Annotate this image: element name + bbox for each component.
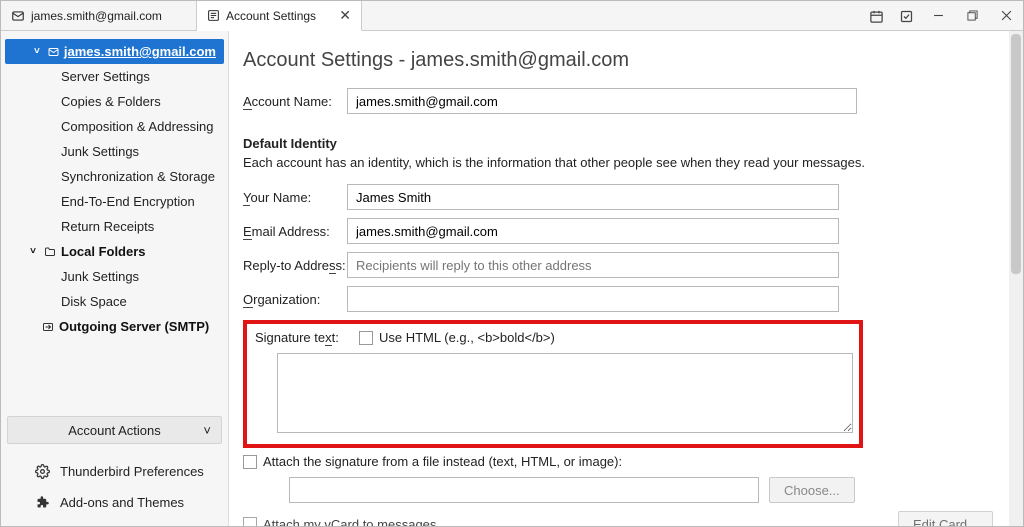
smtp-icon [41, 321, 55, 333]
identity-section-desc: Each account has an identity, which is t… [243, 155, 999, 170]
account-actions-label: Account Actions [68, 423, 161, 438]
account-name-input[interactable] [347, 88, 857, 114]
sidebar-link-prefs[interactable]: Thunderbird Preferences [5, 456, 224, 487]
calendar-icon[interactable] [861, 1, 891, 31]
email-label: Email Address: [243, 224, 347, 239]
mail-icon [11, 9, 25, 23]
attach-vcard-checkbox[interactable] [243, 517, 257, 526]
sidebar-link-addons[interactable]: Add-ons and Themes [5, 487, 224, 518]
puzzle-icon [35, 495, 50, 510]
sidebar-account-root[interactable]: ˅ james.smith@gmail.com [5, 39, 224, 64]
sidebar-item-e2e[interactable]: End-To-End Encryption [5, 189, 224, 214]
sidebar-item-copies-folders[interactable]: Copies & Folders [5, 89, 224, 114]
sidebar-smtp-label: Outgoing Server (SMTP) [59, 319, 209, 334]
scrollbar[interactable] [1009, 31, 1023, 526]
settings-panel-icon [207, 9, 220, 22]
sidebar-item-composition[interactable]: Composition & Addressing [5, 114, 224, 139]
replyto-label: Reply-to Address: [243, 258, 347, 273]
minimize-button[interactable] [921, 1, 955, 31]
signature-highlight-area: Signature text: Use HTML (e.g., <b>bold<… [243, 320, 863, 448]
sidebar-item-diskspace[interactable]: Disk Space [5, 289, 224, 314]
sidebar-smtp[interactable]: Outgoing Server (SMTP) [5, 314, 224, 339]
attach-signature-file-label: Attach the signature from a file instead… [263, 454, 622, 469]
tab-inbox-label: james.smith@gmail.com [31, 9, 162, 23]
email-input[interactable] [347, 218, 839, 244]
sidebar-account-label: james.smith@gmail.com [64, 44, 216, 59]
chevron-down-icon: ˅ [31, 46, 43, 57]
sidebar-item-junk[interactable]: Junk Settings [5, 139, 224, 164]
account-actions-button[interactable]: Account Actions ˅ [7, 416, 222, 444]
folder-icon [43, 246, 57, 258]
sidebar-item-local-junk[interactable]: Junk Settings [5, 264, 224, 289]
gear-icon [35, 464, 50, 479]
tab-account-settings[interactable]: Account Settings ✕ [197, 1, 362, 31]
page-title: Account Settings - james.smith@gmail.com [243, 49, 999, 72]
sidebar-local-folders-label: Local Folders [61, 244, 146, 259]
mail-icon [47, 46, 60, 58]
window-close-button[interactable] [989, 1, 1023, 31]
edit-card-button[interactable]: Edit Card... [898, 511, 993, 526]
your-name-input[interactable] [347, 184, 839, 210]
addons-link-label: Add-ons and Themes [60, 495, 184, 510]
replyto-input[interactable] [347, 252, 839, 278]
chevron-down-icon: ˅ [203, 423, 211, 438]
tab-settings-label: Account Settings [226, 9, 316, 23]
sidebar-local-folders[interactable]: ˅ Local Folders [5, 239, 224, 264]
sidebar-item-sync[interactable]: Synchronization & Storage [5, 164, 224, 189]
sidebar: ˅ james.smith@gmail.com Server Settings … [1, 31, 229, 526]
identity-section-title: Default Identity [243, 136, 999, 151]
choose-file-button[interactable]: Choose... [769, 477, 855, 503]
signature-textarea[interactable] [277, 353, 853, 433]
chevron-down-icon: ˅ [27, 246, 39, 257]
scrollbar-thumb[interactable] [1011, 34, 1021, 274]
signature-file-path-input[interactable] [289, 477, 759, 503]
use-html-checkbox[interactable] [359, 331, 373, 345]
titlebar: james.smith@gmail.com Account Settings ✕ [1, 1, 1023, 31]
tab-inbox[interactable]: james.smith@gmail.com [1, 1, 197, 30]
attach-signature-file-checkbox[interactable] [243, 455, 257, 469]
account-name-label: Account Name: [243, 94, 347, 109]
maximize-button[interactable] [955, 1, 989, 31]
tasks-icon[interactable] [891, 1, 921, 31]
organization-input[interactable] [347, 286, 839, 312]
sidebar-item-receipts[interactable]: Return Receipts [5, 214, 224, 239]
organization-label: Organization: [243, 292, 347, 307]
attach-vcard-label: Attach my vCard to messages [263, 517, 436, 527]
prefs-link-label: Thunderbird Preferences [60, 464, 204, 479]
sidebar-item-server-settings[interactable]: Server Settings [5, 64, 224, 89]
close-tab-icon[interactable]: ✕ [339, 7, 351, 24]
your-name-label: Your Name: [243, 190, 347, 205]
signature-label: Signature text: [255, 330, 359, 345]
content-pane: Account Settings - james.smith@gmail.com… [229, 31, 1023, 526]
use-html-label: Use HTML (e.g., <b>bold</b>) [379, 330, 555, 345]
